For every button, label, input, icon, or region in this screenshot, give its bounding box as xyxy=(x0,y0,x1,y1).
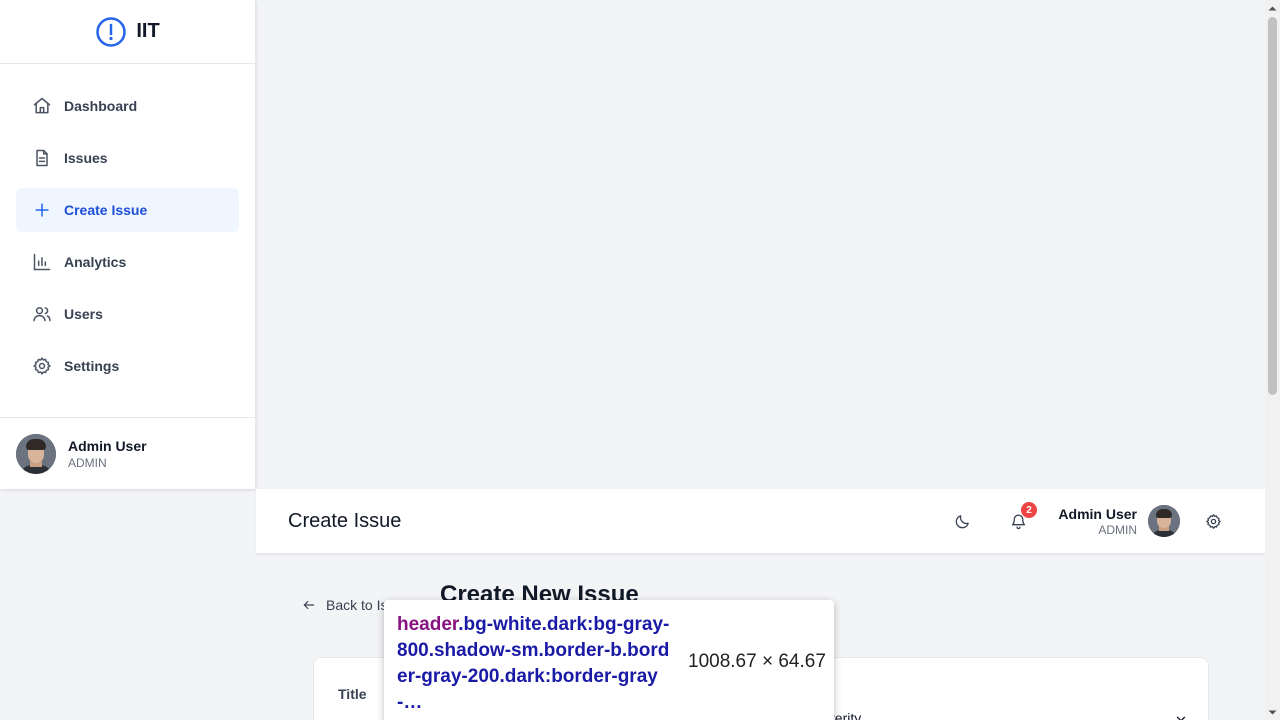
chevron-down-icon[interactable] xyxy=(1174,712,1188,720)
sidebar-item-label: Users xyxy=(64,306,103,322)
avatar[interactable] xyxy=(1148,505,1180,537)
sidebar-item-create-issue[interactable]: Create Issue xyxy=(16,188,239,232)
brand[interactable]: IIT xyxy=(0,0,255,64)
back-to-issues-link[interactable]: Back to Is xyxy=(302,597,387,613)
home-icon xyxy=(32,96,52,116)
user-role: ADMIN xyxy=(68,455,107,470)
sidebar-item-label: Settings xyxy=(64,358,120,374)
notification-badge: 2 xyxy=(1021,502,1037,518)
page-scrollbar[interactable] xyxy=(1265,0,1280,720)
sidebar-item-settings[interactable]: Settings xyxy=(16,344,239,388)
sidebar-user-profile[interactable]: Admin User ADMIN xyxy=(0,417,255,489)
bar-chart-icon xyxy=(32,252,52,272)
top-header: Create Issue 2 Admin User ADMIN xyxy=(256,489,1265,554)
sidebar-item-label: Create Issue xyxy=(64,202,148,218)
inspector-selector: header.bg-white.dark:bg-gray-800.shadow-… xyxy=(397,612,677,716)
arrow-left-icon xyxy=(303,600,315,610)
back-link-label: Back to Is xyxy=(326,597,388,613)
sidebar-item-issues[interactable]: Issues xyxy=(16,136,239,180)
sidebar-nav: Dashboard Issues Create Issue Analytics xyxy=(0,64,255,388)
page-title: Create Issue xyxy=(288,509,402,532)
gear-icon xyxy=(1205,513,1221,529)
settings-icon xyxy=(32,356,52,376)
sidebar-item-label: Issues xyxy=(64,150,108,166)
header-user-info[interactable]: Admin User ADMIN xyxy=(1058,506,1137,537)
inspector-tooltip: header.bg-white.dark:bg-gray-800.shadow-… xyxy=(384,600,834,720)
plus-icon xyxy=(32,200,52,220)
settings-button[interactable] xyxy=(1199,507,1227,535)
brand-name: IIT xyxy=(136,20,160,42)
title-field-label: Title xyxy=(338,686,367,702)
user-name: Admin User xyxy=(68,437,147,454)
scroll-down-icon[interactable] xyxy=(1265,705,1280,720)
avatar xyxy=(16,433,56,474)
inspector-dimensions: 1008.67 × 64.67 xyxy=(688,651,826,672)
users-icon xyxy=(32,304,52,324)
user-name: Admin User xyxy=(1058,505,1137,522)
app-root: IIT Dashboard Issues Create Issue Analyt… xyxy=(0,0,1280,720)
inspector-tag: header xyxy=(397,614,459,635)
theme-toggle-button[interactable] xyxy=(948,507,976,535)
notifications-button[interactable]: 2 xyxy=(1004,502,1037,535)
sidebar-item-label: Dashboard xyxy=(64,98,138,114)
sidebar: IIT Dashboard Issues Create Issue Analyt… xyxy=(0,0,256,489)
file-text-icon xyxy=(32,148,52,168)
user-role: ADMIN xyxy=(1098,522,1137,537)
sidebar-item-analytics[interactable]: Analytics xyxy=(16,240,239,284)
scroll-up-icon[interactable] xyxy=(1265,0,1280,15)
sidebar-item-label: Analytics xyxy=(64,254,127,270)
alert-circle-icon xyxy=(96,16,127,47)
scrollbar-thumb[interactable] xyxy=(1268,17,1277,395)
sidebar-item-dashboard[interactable]: Dashboard xyxy=(16,84,239,128)
moon-icon xyxy=(955,514,969,528)
sidebar-item-users[interactable]: Users xyxy=(16,292,239,336)
